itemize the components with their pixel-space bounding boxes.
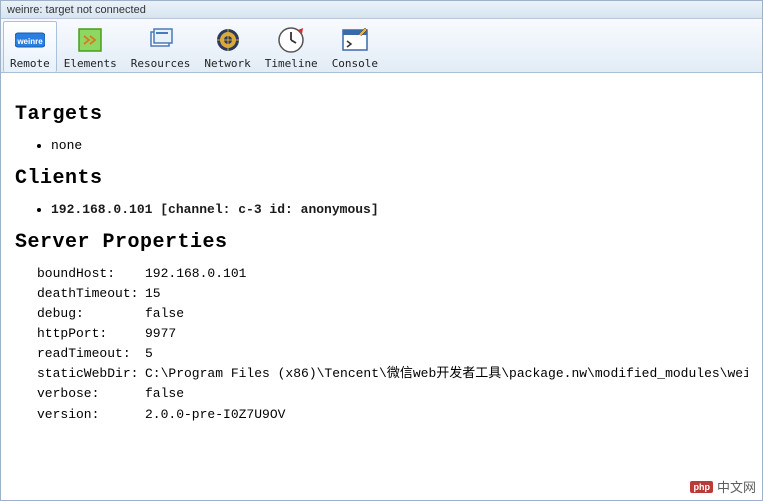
clients-item[interactable]: 192.168.0.101 [channel: c-3 id: anonymou… [51,200,748,221]
server-properties-table: boundHost:192.168.0.101deathTimeout:15de… [37,264,748,425]
server-property-value: false [145,384,748,404]
toolbar-label-console: Console [332,57,378,70]
server-property-key: staticWebDir: [37,364,145,384]
toolbar-resources[interactable]: Resources [124,21,198,72]
server-property-key: httpPort: [37,324,145,344]
server-property-row: version:2.0.0-pre-I0Z7U9OV [37,405,748,425]
server-property-row: httpPort:9977 [37,324,748,344]
server-property-row: verbose:false [37,384,748,404]
server-property-row: staticWebDir:C:\Program Files (x86)\Tenc… [37,364,748,384]
toolbar-elements[interactable]: Elements [57,21,124,72]
toolbar-label-timeline: Timeline [265,57,318,70]
toolbar-console[interactable]: Console [325,21,385,72]
client-entry: 192.168.0.101 [channel: c-3 id: anonymou… [51,202,379,217]
server-property-row: readTimeout:5 [37,344,748,364]
clients-heading: Clients [15,167,748,190]
targets-heading: Targets [15,103,748,126]
window-titlebar: weinre: target not connected [1,1,762,19]
elements-icon [74,24,106,56]
server-property-value: 9977 [145,324,748,344]
timeline-icon [275,24,307,56]
server-properties-heading: Server Properties [15,231,748,254]
server-property-key: verbose: [37,384,145,404]
svg-text:weinre: weinre [16,37,43,46]
clients-list: 192.168.0.101 [channel: c-3 id: anonymou… [51,200,748,221]
server-property-key: version: [37,405,145,425]
server-property-row: boundHost:192.168.0.101 [37,264,748,284]
targets-item: none [51,136,748,157]
toolbar-label-elements: Elements [64,57,117,70]
window-title: weinre: target not connected [7,4,146,16]
toolbar: weinre Remote Elements Resources Network Time… [1,19,762,73]
main-content: Targets none Clients 192.168.0.101 [chan… [1,73,762,435]
targets-list: none [51,136,748,157]
network-icon [212,24,244,56]
weinre-icon: weinre [14,24,46,56]
server-property-row: debug:false [37,304,748,324]
resources-icon [145,24,177,56]
toolbar-label-remote: Remote [10,57,50,70]
toolbar-label-resources: Resources [131,57,191,70]
server-property-value: 15 [145,284,748,304]
watermark-badge: php [690,481,713,493]
watermark: php 中文网 [690,477,756,496]
watermark-text: 中文网 [717,477,756,496]
server-property-key: readTimeout: [37,344,145,364]
server-property-key: boundHost: [37,264,145,284]
server-property-key: deathTimeout: [37,284,145,304]
server-property-value: 5 [145,344,748,364]
toolbar-label-network: Network [204,57,250,70]
toolbar-remote[interactable]: weinre Remote [3,21,57,72]
server-property-row: deathTimeout:15 [37,284,748,304]
server-property-value: 192.168.0.101 [145,264,748,284]
server-property-key: debug: [37,304,145,324]
toolbar-timeline[interactable]: Timeline [258,21,325,72]
toolbar-network[interactable]: Network [197,21,257,72]
server-property-value: 2.0.0-pre-I0Z7U9OV [145,405,748,425]
server-property-value: C:\Program Files (x86)\Tencent\微信web开发者工… [145,364,748,384]
console-icon [339,24,371,56]
server-property-value: false [145,304,748,324]
